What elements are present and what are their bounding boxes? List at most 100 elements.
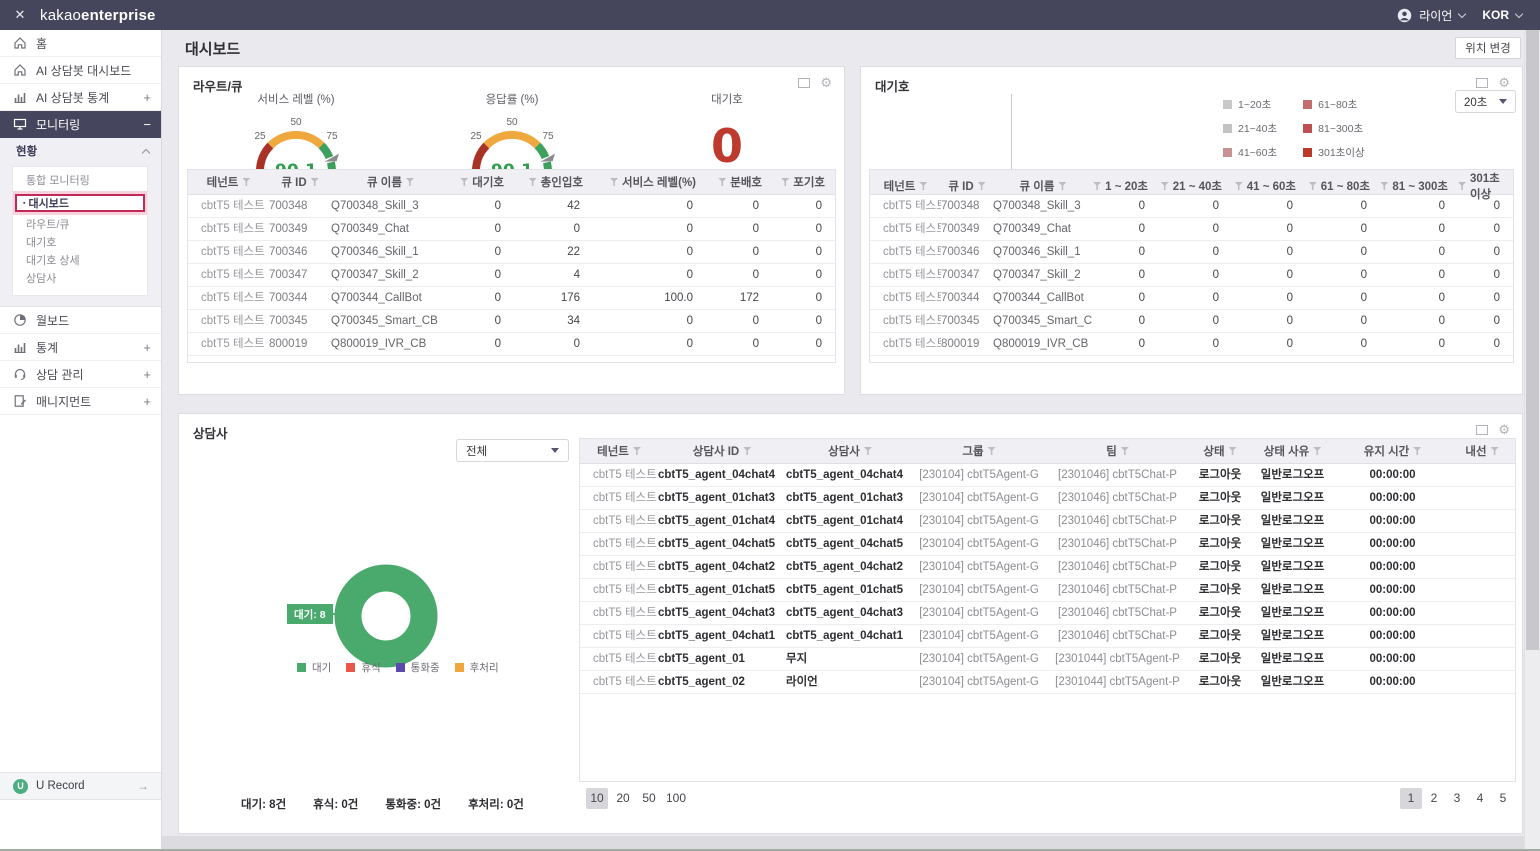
filter-icon[interactable] xyxy=(919,182,927,190)
column-header[interactable]: 내선 xyxy=(1449,439,1515,463)
table-row[interactable]: cbtT5 테스트 cbtT5_agent_01 무지 [230104] cbt… xyxy=(580,648,1515,671)
expand-plus-icon[interactable]: + xyxy=(143,340,151,355)
submenu-header-status[interactable]: 현황 xyxy=(0,138,161,164)
column-header[interactable]: 상태 xyxy=(1191,439,1249,463)
submenu-item-agents[interactable]: 상담사 xyxy=(13,270,147,288)
filter-icon[interactable] xyxy=(406,178,414,186)
column-header[interactable]: 서비스 레벨(%) xyxy=(593,170,706,194)
agent-filter-select[interactable]: 전체 xyxy=(456,439,569,462)
table-row[interactable]: cbtT5 테스트 700344 Q700344_CallBot 0 0 0 0… xyxy=(870,287,1513,310)
column-header[interactable]: 포기호 xyxy=(772,170,835,194)
table-row[interactable]: cbtT5 테스트 cbtT5_agent_02 라이언 [230104] cb… xyxy=(580,671,1515,694)
filter-icon[interactable] xyxy=(1380,182,1388,190)
table-row[interactable]: cbtT5 테스트 700345 Q700345_Smart_CB 0 0 0 … xyxy=(870,310,1513,333)
column-header[interactable]: 유지 시간 xyxy=(1336,439,1449,463)
filter-icon[interactable] xyxy=(718,178,726,186)
filter-icon[interactable] xyxy=(1458,182,1466,190)
scrollbar-thumb[interactable] xyxy=(1526,30,1539,650)
page-number[interactable]: 3 xyxy=(1446,788,1468,809)
chevron-down-icon[interactable] xyxy=(1515,9,1523,17)
table-row[interactable]: cbtT5 테스트 cbtT5_agent_04chat5 cbtT5_agen… xyxy=(580,533,1515,556)
filter-icon[interactable] xyxy=(1413,447,1421,455)
user-name[interactable]: 라이언 xyxy=(1419,7,1452,24)
column-header[interactable]: 큐 ID xyxy=(269,170,331,194)
submenu-item-waiting-calls[interactable]: 대기호 xyxy=(13,234,147,252)
table-row[interactable]: cbtT5 테스트 800019 Q800019_IVR_CB 0 0 0 0 … xyxy=(870,333,1513,356)
table-row[interactable]: cbtT5 테스트 cbtT5_agent_04chat2 cbtT5_agen… xyxy=(580,556,1515,579)
filter-icon[interactable] xyxy=(1235,182,1243,190)
sidebar-item-management[interactable]: 매니지먼트 + xyxy=(0,388,161,415)
filter-icon[interactable] xyxy=(1229,447,1237,455)
maximize-icon[interactable] xyxy=(1476,425,1488,435)
table-row[interactable]: cbtT5 테스트 800019 Q800019_IVR_CB 0 0 0 0 … xyxy=(188,333,835,356)
sidebar-item-ai-bot-stats[interactable]: AI 상담봇 통계 + xyxy=(0,84,161,111)
sidebar-item-ai-bot-dashboard[interactable]: AI 상담봇 대시보드 xyxy=(0,57,161,84)
page-number[interactable]: 5 xyxy=(1492,788,1514,809)
sidebar-item-wallboard[interactable]: 월보드 xyxy=(0,307,161,334)
filter-icon[interactable] xyxy=(1309,182,1317,190)
column-header[interactable]: 상담사 ID xyxy=(658,439,786,463)
table-row[interactable]: cbtT5 테스트 700349 Q700349_Chat 0 0 0 0 0 … xyxy=(870,218,1513,241)
submenu-item-dashboard-active[interactable]: ▪ 대시보드 xyxy=(13,191,147,215)
page-size-option[interactable]: 10 xyxy=(586,788,608,809)
table-row[interactable]: cbtT5 테스트 700346 Q700346_Skill_1 0 0 0 0… xyxy=(870,241,1513,264)
column-header[interactable]: 총인입호 xyxy=(514,170,593,194)
column-header[interactable]: 대기호 xyxy=(450,170,514,194)
filter-icon[interactable] xyxy=(460,178,468,186)
filter-icon[interactable] xyxy=(781,178,789,186)
table-row[interactable]: cbtT5 테스트 cbtT5_agent_01chat5 cbtT5_agen… xyxy=(580,579,1515,602)
maximize-icon[interactable] xyxy=(1476,78,1488,88)
filter-icon[interactable] xyxy=(1058,182,1066,190)
table-row[interactable]: cbtT5 테스트 700345 Q700345_Smart_CB 0 34 0… xyxy=(188,310,835,333)
column-header[interactable]: 팀 xyxy=(1044,439,1191,463)
submenu-item-integrated-monitoring[interactable]: 통합 모니터링 xyxy=(13,172,147,190)
column-header[interactable]: 분배호 xyxy=(706,170,772,194)
table-row[interactable]: cbtT5 테스트 700347 Q700347_Skill_2 0 4 0 0… xyxy=(188,264,835,287)
chevron-down-icon[interactable] xyxy=(1458,9,1466,17)
filter-icon[interactable] xyxy=(743,447,751,455)
table-row[interactable]: cbtT5 테스트 700344 Q700344_CallBot 0 176 1… xyxy=(188,287,835,310)
filter-icon[interactable] xyxy=(1093,182,1101,190)
sidebar-item-monitoring[interactable]: 모니터링 − xyxy=(0,111,161,138)
sidebar-item-stats[interactable]: 통계 + xyxy=(0,334,161,361)
page-number[interactable]: 2 xyxy=(1423,788,1445,809)
table-row[interactable]: cbtT5 테스트 cbtT5_agent_01chat4 cbtT5_agen… xyxy=(580,510,1515,533)
table-row[interactable]: cbtT5 테스트 700348 Q700348_Skill_3 0 0 0 0… xyxy=(870,195,1513,218)
table-row[interactable]: cbtT5 테스트 cbtT5_agent_04chat4 cbtT5_agen… xyxy=(580,464,1515,487)
sidebar-item-consult-management[interactable]: 상담 관리 + xyxy=(0,361,161,388)
filter-icon[interactable] xyxy=(529,178,537,186)
page-size-option[interactable]: 20 xyxy=(612,788,634,809)
change-location-button[interactable]: 위치 변경 xyxy=(1455,37,1521,59)
page-number[interactable]: 1 xyxy=(1400,788,1422,809)
filter-icon[interactable] xyxy=(311,178,319,186)
table-row[interactable]: cbtT5 테스트 700346 Q700346_Skill_1 0 22 0 … xyxy=(188,241,835,264)
column-header[interactable]: 테넌트 xyxy=(188,170,269,194)
gear-icon[interactable]: ⚙ xyxy=(820,76,832,89)
vertical-scrollbar[interactable] xyxy=(1524,30,1540,851)
filter-icon[interactable] xyxy=(242,178,250,186)
collapse-minus-icon[interactable]: − xyxy=(143,117,151,132)
filter-icon[interactable] xyxy=(978,182,986,190)
interval-select[interactable]: 20초 xyxy=(1455,90,1516,113)
table-row[interactable]: cbtT5 테스트 700348 Q700348_Skill_3 0 42 0 … xyxy=(188,195,835,218)
submenu-item-waiting-calls-detail[interactable]: 대기호 상세 xyxy=(13,252,147,270)
submenu-item-route-queue[interactable]: 라우트/큐 xyxy=(13,216,147,234)
filter-icon[interactable] xyxy=(1121,447,1129,455)
column-header[interactable]: 큐 이름 xyxy=(331,170,450,194)
expand-plus-icon[interactable]: + xyxy=(143,367,151,382)
filter-icon[interactable] xyxy=(610,178,618,186)
column-header[interactable]: 상담사 xyxy=(786,439,914,463)
filter-icon[interactable] xyxy=(988,447,996,455)
column-header[interactable]: 테넌트 xyxy=(580,439,658,463)
sidebar-item-home[interactable]: 홈 xyxy=(0,30,161,57)
filter-icon[interactable] xyxy=(864,447,872,455)
page-size-option[interactable]: 50 xyxy=(638,788,660,809)
table-row[interactable]: cbtT5 테스트 700347 Q700347_Skill_2 0 0 0 0… xyxy=(870,264,1513,287)
column-header[interactable]: 그룹 xyxy=(914,439,1044,463)
filter-icon[interactable] xyxy=(1491,447,1499,455)
filter-icon[interactable] xyxy=(1161,182,1169,190)
gear-icon[interactable]: ⚙ xyxy=(1498,423,1510,436)
table-row[interactable]: cbtT5 테스트 cbtT5_agent_04chat3 cbtT5_agen… xyxy=(580,602,1515,625)
column-header[interactable]: 상태 사유 xyxy=(1249,439,1336,463)
gear-icon[interactable]: ⚙ xyxy=(1498,76,1510,89)
